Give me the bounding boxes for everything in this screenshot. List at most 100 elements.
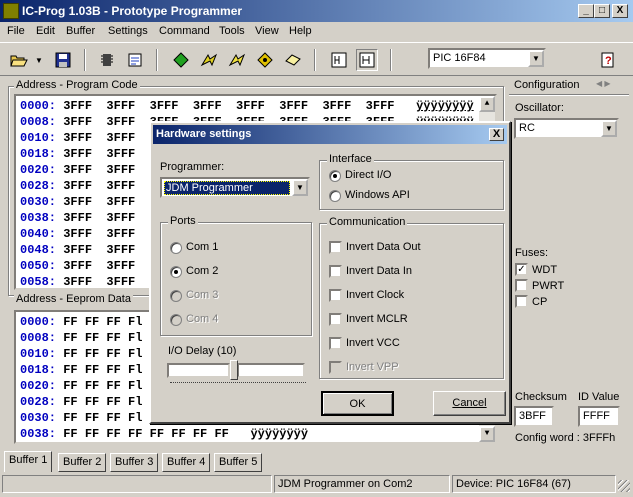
interface-label: Interface — [327, 153, 374, 165]
invert-data-out-checkbox[interactable] — [329, 241, 342, 254]
table-row: 0000: 3FFF 3FFF 3FFF 3FFF 3FFF 3FFF 3FFF… — [20, 99, 474, 113]
fuse-cp-checkbox[interactable] — [515, 295, 528, 308]
device-select[interactable]: PIC 16F84 ▼ — [428, 48, 546, 69]
blank-check-icon[interactable] — [282, 49, 304, 71]
checksum-label: Checksum — [515, 391, 567, 403]
menu-file[interactable]: File — [7, 25, 25, 37]
io-delay-slider-thumb[interactable] — [230, 360, 238, 380]
invert-vpp-checkbox[interactable] — [329, 361, 342, 374]
scroll-down-icon[interactable]: ▼ — [479, 426, 495, 442]
fuse-wdt-label: WDT — [532, 264, 558, 276]
program-icon[interactable] — [198, 49, 220, 71]
interface-group — [319, 160, 504, 210]
config-word: Config word : 3FFFh — [515, 432, 616, 444]
read-icon[interactable] — [170, 49, 192, 71]
ok-button[interactable]: OK — [321, 391, 394, 416]
io-delay-label: I/O Delay (10) — [168, 345, 237, 357]
config-divider — [509, 94, 629, 96]
programmer-select[interactable]: JDM Programmer ▼ — [160, 177, 310, 198]
direct-io-radio[interactable] — [329, 170, 341, 182]
id-value-label: ID Value — [578, 391, 620, 403]
table-row: 0020: FF FF FF Fl — [20, 379, 143, 393]
window-title: IC-Prog 1.03B - Prototype Programmer — [22, 4, 243, 18]
menu-view[interactable]: View — [255, 25, 279, 37]
fuse-pwrt-label: PWRT — [532, 280, 565, 292]
checksum-field[interactable]: 3BFF — [514, 406, 554, 427]
tab-buffer-2[interactable]: Buffer 2 — [58, 453, 107, 472]
io-delay-track-left[interactable] — [167, 363, 230, 378]
status-cell-empty — [2, 475, 272, 493]
ports-group — [160, 222, 312, 336]
ports-label: Ports — [168, 215, 198, 227]
menu-help[interactable]: Help — [289, 25, 312, 37]
invert-mclr-checkbox[interactable] — [329, 313, 342, 326]
com3-label: Com 3 — [186, 289, 219, 301]
close-button[interactable]: X — [612, 4, 628, 18]
scroll-up-icon[interactable]: ▲ — [479, 96, 495, 112]
io-delay-track-right[interactable] — [237, 363, 305, 378]
windows-api-radio[interactable] — [329, 190, 341, 202]
cancel-button[interactable]: Cancel — [433, 391, 506, 416]
read-chip-icon[interactable] — [96, 49, 118, 71]
asm-view-icon[interactable] — [356, 49, 378, 71]
table-row: 0050: 3FFF 3FFF — [20, 259, 136, 273]
status-device: Device: PIC 16F84 (67) — [452, 475, 616, 493]
invert-data-in-label: Invert Data In — [346, 265, 413, 277]
dialog-close-button[interactable]: X — [489, 128, 504, 141]
resize-grip-icon[interactable] — [618, 480, 630, 492]
open-dropdown-icon[interactable]: ▼ — [34, 49, 44, 71]
tab-buffer-4[interactable]: Buffer 4 — [162, 453, 211, 472]
fuse-pwrt-checkbox[interactable] — [515, 279, 528, 292]
svg-text:?: ? — [605, 55, 612, 67]
menu-command[interactable]: Command — [159, 25, 210, 37]
invert-data-in-checkbox[interactable] — [329, 265, 342, 278]
tab-buffer-3[interactable]: Buffer 3 — [110, 453, 159, 472]
device-select-value: PIC 16F84 — [433, 52, 486, 64]
com1-radio[interactable] — [170, 242, 182, 254]
menu-tools[interactable]: Tools — [219, 25, 245, 37]
table-row: 0048: 3FFF 3FFF — [20, 243, 136, 257]
table-row: 0020: 3FFF 3FFF — [20, 163, 136, 177]
menu-buffer[interactable]: Buffer — [66, 25, 95, 37]
invert-data-out-label: Invert Data Out — [346, 241, 421, 253]
chevron-down-icon[interactable]: ▼ — [292, 179, 308, 196]
verify-icon[interactable] — [254, 49, 276, 71]
invert-vpp-label: Invert VPP — [346, 361, 399, 373]
fuses-label: Fuses: — [515, 247, 549, 259]
invert-clock-checkbox[interactable] — [329, 289, 342, 302]
config-nav-icon[interactable]: ◀ ▶ — [596, 79, 611, 88]
com2-radio[interactable] — [170, 266, 182, 278]
com3-radio[interactable] — [170, 290, 182, 302]
save-icon[interactable] — [52, 49, 74, 71]
tab-buffer-1[interactable]: Buffer 1 — [4, 451, 53, 472]
windows-api-label: Windows API — [345, 189, 410, 201]
id-value-field[interactable]: FFFF — [578, 406, 620, 427]
fuse-cp-label: CP — [532, 296, 548, 308]
invert-vcc-checkbox[interactable] — [329, 337, 342, 350]
com4-radio[interactable] — [170, 314, 182, 326]
table-row: 0010: 3FFF 3FFF — [20, 131, 136, 145]
chevron-down-icon[interactable]: ▼ — [601, 120, 617, 137]
menu-settings[interactable]: Settings — [108, 25, 148, 37]
invert-clock-label: Invert Clock — [346, 289, 405, 301]
eeprom-label: Address - Eeprom Data — [14, 293, 133, 305]
table-row: 0028: 3FFF 3FFF — [20, 179, 136, 193]
app-icon[interactable] — [3, 3, 19, 19]
minimize-button[interactable]: _ — [578, 4, 594, 18]
help-icon[interactable]: ? — [596, 49, 618, 71]
menu-edit[interactable]: Edit — [36, 25, 55, 37]
table-row: 0000: FF FF FF Fl — [20, 315, 143, 329]
table-row: 0038: FF FF FF FF FF FF FF FF ÿÿÿÿÿÿÿÿ — [20, 427, 309, 441]
tab-buffer-5[interactable]: Buffer 5 — [214, 453, 263, 472]
write-config-icon[interactable] — [124, 49, 146, 71]
hex-view-icon[interactable] — [328, 49, 350, 71]
erase-icon[interactable] — [226, 49, 248, 71]
chevron-down-icon[interactable]: ▼ — [528, 50, 544, 67]
com1-label: Com 1 — [186, 241, 219, 253]
open-icon[interactable] — [8, 49, 30, 71]
fuse-wdt-checkbox[interactable]: ✓ — [515, 263, 528, 276]
maximize-button[interactable]: □ — [594, 4, 610, 18]
oscillator-select[interactable]: RC ▼ — [514, 118, 619, 139]
toolbar: ▼ PIC 16F84 ▼ ? — [0, 42, 633, 76]
table-row: 0058: 3FFF 3FFF — [20, 275, 136, 289]
